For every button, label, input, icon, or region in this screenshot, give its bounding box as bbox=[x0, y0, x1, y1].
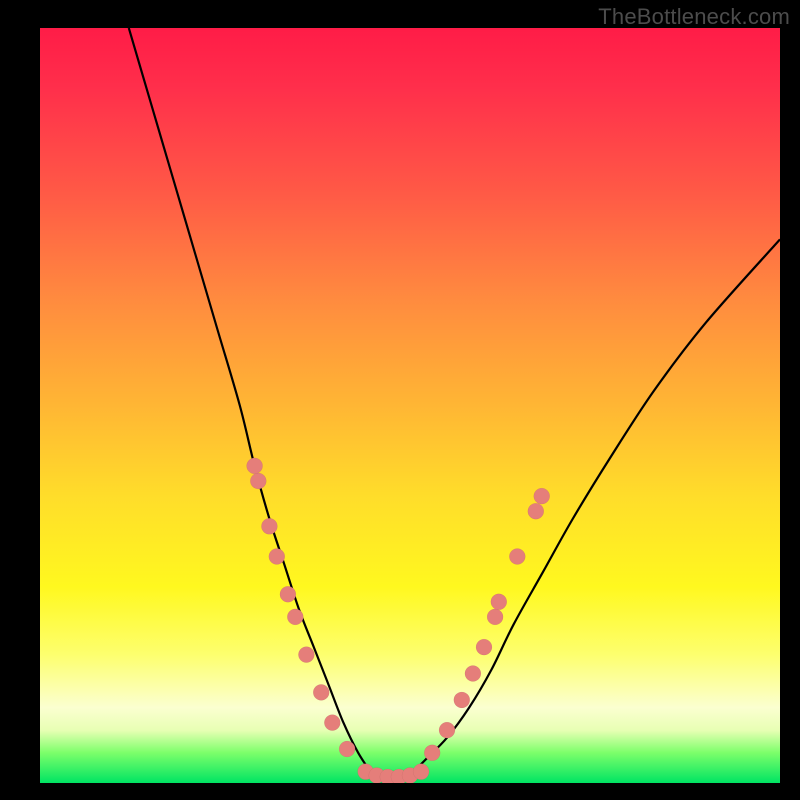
right-dot bbox=[476, 639, 492, 655]
right-dot bbox=[454, 692, 470, 708]
left-dot bbox=[313, 684, 329, 700]
right-dot bbox=[509, 549, 525, 565]
chart-stage: TheBottleneck.com bbox=[0, 0, 800, 800]
right-dot bbox=[487, 609, 503, 625]
left-dot bbox=[269, 549, 285, 565]
watermark-text: TheBottleneck.com bbox=[598, 4, 790, 30]
curve-overlay bbox=[40, 28, 780, 783]
left-dot bbox=[250, 473, 266, 489]
left-dot bbox=[339, 741, 355, 757]
left-dot bbox=[324, 715, 340, 731]
left-dot bbox=[261, 518, 277, 534]
right-dot bbox=[491, 594, 507, 610]
left-dot bbox=[298, 647, 314, 663]
right-dot bbox=[424, 745, 440, 761]
left-curve bbox=[129, 28, 373, 775]
right-dot bbox=[528, 503, 544, 519]
right-dot bbox=[534, 488, 550, 504]
bottom-dot bbox=[413, 764, 429, 780]
left-dot bbox=[287, 609, 303, 625]
right-dot bbox=[465, 666, 481, 682]
right-dot bbox=[439, 722, 455, 738]
left-dot bbox=[280, 586, 296, 602]
plot-area bbox=[40, 28, 780, 783]
left-dot bbox=[247, 458, 263, 474]
